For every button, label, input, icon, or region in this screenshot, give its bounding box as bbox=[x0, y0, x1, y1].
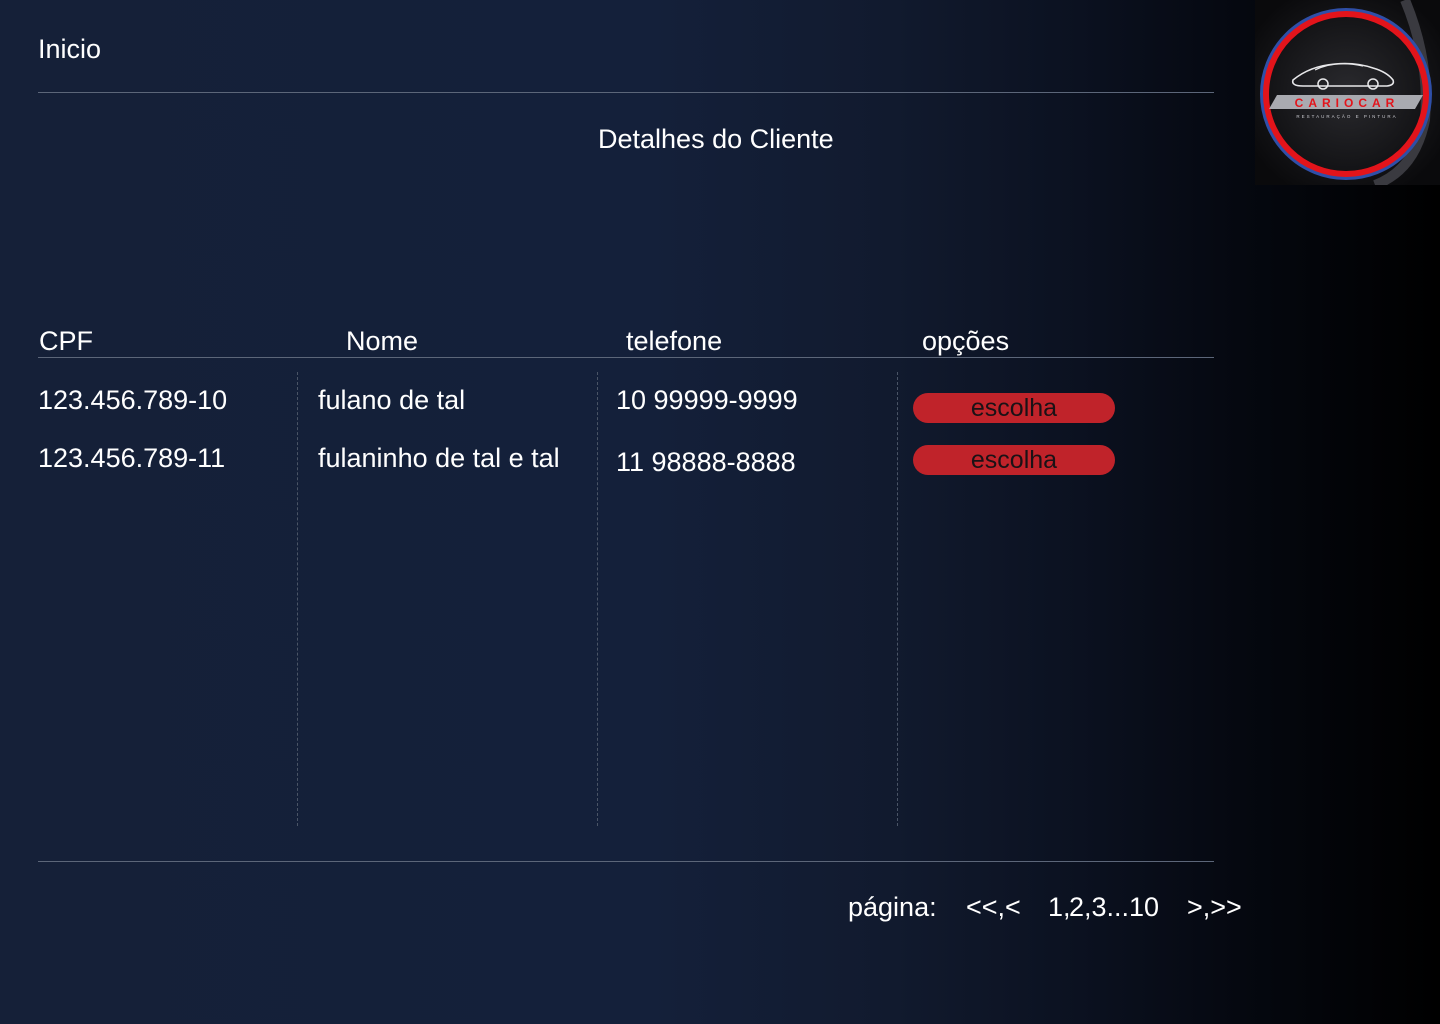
cell-telefone: 10 99999-9999 bbox=[616, 385, 798, 415]
cell-cpf: 123.456.789-10 bbox=[38, 385, 228, 415]
footer-divider bbox=[38, 861, 1214, 862]
column-separator bbox=[597, 372, 598, 826]
choose-button[interactable]: escolha bbox=[913, 393, 1115, 423]
column-header-telefone: telefone bbox=[626, 326, 723, 356]
cariocar-logo-graphic: CARIOCAR RESTAURAÇÃO E PINTURA bbox=[1255, 0, 1440, 190]
cariocar-logo: CARIOCAR RESTAURAÇÃO E PINTURA bbox=[1255, 0, 1440, 190]
pagination-current-page[interactable]: 1, bbox=[1048, 892, 1071, 923]
pagination-label: página: bbox=[848, 892, 937, 922]
logo-brand-text: CARIOCAR bbox=[1295, 96, 1400, 110]
column-header-opcoes: opções bbox=[922, 326, 1010, 356]
pagination-first-prev[interactable]: <<,< bbox=[966, 892, 1021, 923]
page-title: Detalhes do Cliente bbox=[598, 124, 834, 154]
header-divider bbox=[38, 92, 1214, 93]
nav-home-link[interactable]: Inicio bbox=[38, 34, 101, 65]
cell-nome: fulaninho de tal e tal bbox=[318, 443, 560, 473]
cell-telefone: 11 98888-8888 bbox=[616, 447, 796, 477]
cell-nome: fulano de tal bbox=[318, 385, 466, 415]
pagination-next-last[interactable]: >,>> bbox=[1187, 892, 1242, 923]
pagination-other-pages[interactable]: 2,3...10 bbox=[1069, 892, 1159, 923]
table-header-divider bbox=[38, 357, 1214, 358]
cell-cpf: 123.456.789-11 bbox=[38, 443, 226, 473]
choose-button[interactable]: escolha bbox=[913, 445, 1115, 475]
column-header-cpf: CPF bbox=[39, 326, 93, 356]
logo-tagline-text: RESTAURAÇÃO E PINTURA bbox=[1296, 113, 1397, 119]
column-separator bbox=[897, 372, 898, 826]
column-separator bbox=[297, 372, 298, 826]
column-header-nome: Nome bbox=[346, 326, 419, 356]
